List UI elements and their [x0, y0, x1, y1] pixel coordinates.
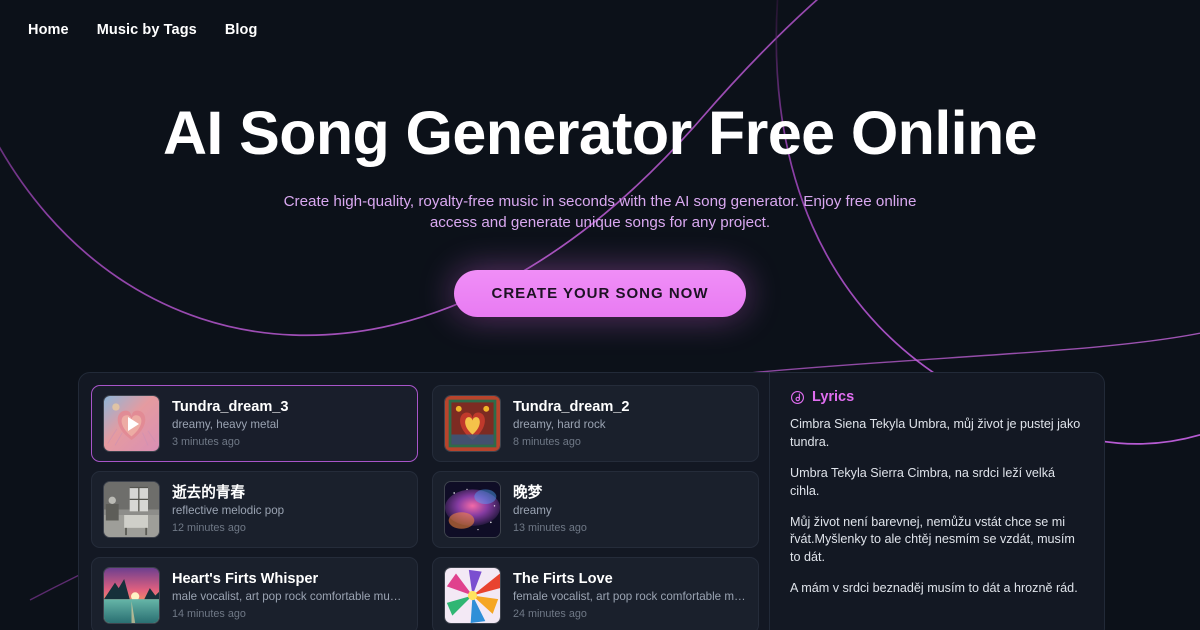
song-tags: female vocalist, art pop rock comfortabl…: [513, 590, 747, 604]
album-art-grayscale-room: [103, 481, 160, 538]
song-tags: dreamy, hard rock: [513, 418, 606, 432]
album-art-heart-psychedelic: [103, 395, 160, 452]
song-card[interactable]: The Firts Love female vocalist, art pop …: [432, 557, 759, 630]
lyrics-body[interactable]: Cimbra Siena Tekyla Umbra, můj život je …: [790, 416, 1086, 598]
song-meta: 晚梦 dreamy 13 minutes ago: [513, 484, 747, 535]
lyrics-title: Lyrics: [812, 389, 855, 405]
song-title: 逝去的青春: [172, 485, 245, 502]
song-title: The Firts Love: [513, 571, 613, 588]
song-timestamp: 14 minutes ago: [172, 607, 246, 620]
song-row: Heart's Firts Whisper male vocalist, art…: [91, 557, 759, 630]
song-timestamp: 12 minutes ago: [172, 521, 246, 534]
song-tags: dreamy: [513, 504, 552, 518]
lyric-line: Můj život není barevnej, nemůžu vstát ch…: [790, 514, 1075, 565]
song-timestamp: 13 minutes ago: [513, 521, 587, 534]
song-meta: The Firts Love female vocalist, art pop …: [513, 570, 747, 621]
lyrics-pane: Lyrics Cimbra Siena Tekyla Umbra, můj ži…: [769, 373, 1104, 630]
song-tags: reflective melodic pop: [172, 504, 285, 518]
nav-item-blog[interactable]: Blog: [211, 16, 272, 44]
album-art-color-splash: [444, 567, 501, 624]
song-tags: male vocalist, art pop rock comfortable …: [172, 590, 406, 604]
song-row: 逝去的青春 reflective melodic pop 12 minutes …: [91, 471, 759, 548]
play-icon[interactable]: [104, 396, 159, 451]
song-card[interactable]: Tundra_dream_2 dreamy, hard rock 8 minut…: [432, 385, 759, 462]
song-card[interactable]: Tundra_dream_3 dreamy, heavy metal 3 min…: [91, 385, 418, 462]
hero-section: AI Song Generator Free Online Create hig…: [0, 60, 1200, 317]
lyric-line: Cimbra Siena Tekyla Umbra, můj život je …: [790, 417, 1081, 449]
song-tags: dreamy, heavy metal: [172, 418, 279, 432]
song-meta: Tundra_dream_3 dreamy, heavy metal 3 min…: [172, 398, 406, 449]
cta-container: CREATE YOUR SONG NOW: [0, 269, 1200, 317]
song-list: Tundra_dream_3 dreamy, heavy metal 3 min…: [79, 373, 769, 630]
lyrics-header: Lyrics: [790, 389, 1086, 405]
music-note-circle-icon: [790, 390, 805, 405]
song-title: Heart's Firts Whisper: [172, 571, 319, 588]
song-row: Tundra_dream_3 dreamy, heavy metal 3 min…: [91, 385, 759, 462]
page-title: AI Song Generator Free Online: [162, 99, 1038, 167]
song-timestamp: 3 minutes ago: [172, 435, 240, 448]
main-navigation: Home Music by Tags Blog: [0, 0, 1200, 60]
song-timestamp: 8 minutes ago: [513, 435, 581, 448]
lyric-line: Umbra Tekyla Sierra Cimbra, na srdci lež…: [790, 465, 1056, 498]
lyric-line: A mám v srdci beznaděj musím to dát a hr…: [790, 581, 1078, 596]
song-card[interactable]: Heart's Firts Whisper male vocalist, art…: [91, 557, 418, 630]
song-card[interactable]: 晚梦 dreamy 13 minutes ago: [432, 471, 759, 548]
song-card[interactable]: 逝去的青春 reflective melodic pop 12 minutes …: [91, 471, 418, 548]
song-meta: Heart's Firts Whisper male vocalist, art…: [172, 570, 406, 621]
song-title: Tundra_dream_2: [513, 399, 630, 416]
nav-item-music-by-tags[interactable]: Music by Tags: [83, 16, 211, 44]
song-meta: Tundra_dream_2 dreamy, hard rock 8 minut…: [513, 398, 747, 449]
page-root: Home Music by Tags Blog AI Song Generato…: [0, 0, 1200, 630]
song-meta: 逝去的青春 reflective melodic pop 12 minutes …: [172, 484, 406, 535]
nav-item-home[interactable]: Home: [14, 16, 83, 44]
album-art-galaxy-nebula: [444, 481, 501, 538]
create-song-button[interactable]: CREATE YOUR SONG NOW: [453, 269, 747, 317]
player-panel: Tundra_dream_3 dreamy, heavy metal 3 min…: [78, 372, 1105, 630]
album-art-heart-folk-frame: [444, 395, 501, 452]
hero-subtitle: Create high-quality, royalty-free music …: [283, 193, 917, 232]
album-art-sunset-lake: [103, 567, 160, 624]
song-title: Tundra_dream_3: [172, 399, 289, 416]
song-title: 晚梦: [513, 485, 543, 502]
song-timestamp: 24 minutes ago: [513, 607, 587, 620]
